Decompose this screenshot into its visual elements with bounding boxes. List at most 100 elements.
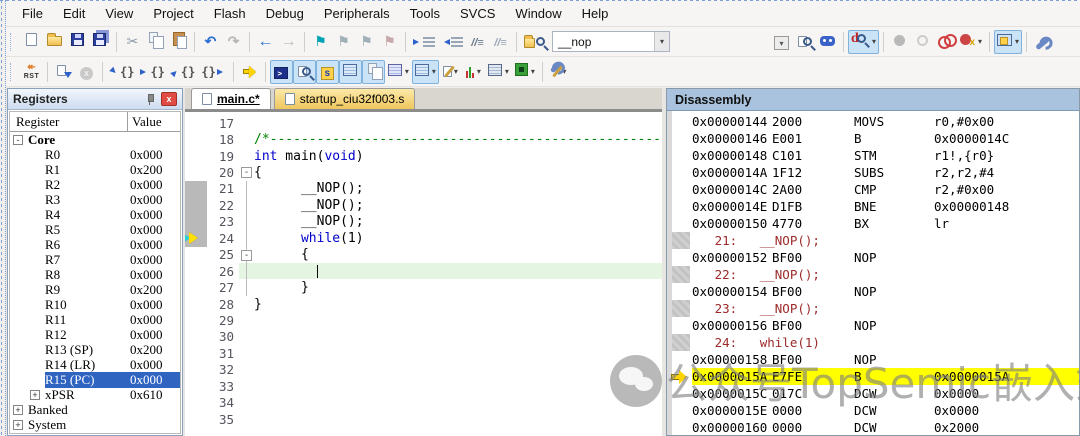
insert-breakpoint-button[interactable]	[888, 30, 911, 54]
enable-disable-breakpoint-button[interactable]	[911, 30, 934, 54]
register-row-R9[interactable]: R90x200	[10, 282, 180, 297]
watch-windows-button[interactable]: ▾	[385, 60, 412, 84]
copy-button[interactable]	[144, 30, 167, 54]
show-next-statement-button[interactable]	[238, 60, 261, 84]
breakpoint-margin[interactable]	[185, 296, 207, 312]
menu-file[interactable]: File	[12, 2, 53, 25]
combo-dropdown-icon[interactable]: ▾	[654, 32, 669, 51]
open-file-button[interactable]	[43, 30, 66, 54]
breakpoint-margin[interactable]	[185, 411, 207, 427]
run-button[interactable]	[52, 60, 75, 84]
disasm-margin[interactable]	[667, 198, 692, 215]
register-row-R3[interactable]: R30x000	[10, 192, 180, 207]
register-row-R6[interactable]: R60x000	[10, 237, 180, 252]
close-icon[interactable]: x	[161, 92, 177, 106]
find-text-combo[interactable]: __nop▾	[552, 31, 670, 52]
navigate-forward-button[interactable]: →	[277, 30, 300, 54]
symbols-window-button[interactable]: s	[316, 60, 339, 84]
expand-icon[interactable]: +	[13, 420, 23, 430]
expand-icon[interactable]: +	[30, 390, 40, 400]
menu-edit[interactable]: Edit	[53, 2, 95, 25]
register-row-R13-SP-[interactable]: R13 (SP)0x200	[10, 342, 180, 357]
disasm-margin[interactable]	[667, 402, 692, 419]
register-row-R11[interactable]: R110x000	[10, 312, 180, 327]
disable-all-breakpoints-button[interactable]	[934, 30, 957, 54]
bookmark-clear-all-button[interactable]: ⚑	[378, 30, 401, 54]
kill-all-breakpoints-button[interactable]: ▾	[957, 30, 985, 54]
register-row-xPSR[interactable]: +xPSR0x610	[10, 387, 180, 402]
step-into-button[interactable]: {}	[107, 60, 137, 84]
find-text-value[interactable]: __nop	[553, 35, 654, 49]
paste-button[interactable]	[167, 30, 190, 54]
register-row-R5[interactable]: R50x000	[10, 222, 180, 237]
trace-windows-button[interactable]: ▾	[485, 60, 512, 84]
breakpoint-margin[interactable]	[185, 214, 207, 230]
indent-button[interactable]	[410, 30, 438, 54]
breakpoint-margin[interactable]	[185, 394, 207, 410]
disasm-margin[interactable]	[667, 334, 692, 351]
fold-margin[interactable]: -	[239, 247, 254, 263]
start-stop-debug-button[interactable]: d▾	[848, 30, 879, 54]
options-checkbox-button[interactable]: ▾	[770, 30, 793, 54]
find-in-files-button[interactable]	[521, 30, 548, 54]
breakpoint-margin[interactable]	[185, 378, 207, 394]
undo-button[interactable]: ↶	[199, 30, 222, 54]
register-row-R8[interactable]: R80x000	[10, 267, 180, 282]
system-viewer-button[interactable]: ▾	[512, 60, 538, 84]
menu-window[interactable]: Window	[505, 2, 571, 25]
disassembly-listing[interactable]: 0x000001442000MOVSr0,#0x000x00000146E001…	[667, 111, 1079, 435]
debug-controller-button[interactable]	[816, 30, 839, 54]
breakpoint-margin[interactable]	[185, 115, 207, 131]
register-row-R12[interactable]: R120x000	[10, 327, 180, 342]
menu-tools[interactable]: Tools	[400, 2, 450, 25]
dropdown-caret-icon[interactable]: ▾	[405, 67, 409, 76]
breakpoint-margin[interactable]	[185, 312, 207, 328]
disasm-margin[interactable]	[667, 147, 692, 164]
disasm-margin[interactable]	[667, 266, 692, 283]
register-row-Banked[interactable]: +Banked	[10, 402, 180, 417]
register-row-R14-LR-[interactable]: R14 (LR)0x000	[10, 357, 180, 372]
register-row-R1[interactable]: R10x200	[10, 162, 180, 177]
disasm-margin[interactable]	[667, 113, 692, 130]
breakpoint-margin[interactable]	[185, 148, 207, 164]
register-row-R15-PC-[interactable]: R15 (PC)0x000	[10, 372, 180, 387]
stop-button[interactable]: x	[75, 60, 98, 84]
dropdown-caret-icon[interactable]: ▾	[505, 67, 509, 76]
bookmark-prev-button[interactable]: ⚑	[355, 30, 378, 54]
disasm-margin[interactable]	[667, 283, 692, 300]
breakpoint-margin[interactable]	[185, 345, 207, 361]
step-over-button[interactable]: {}	[137, 60, 167, 84]
dropdown-caret-icon[interactable]: ▾	[872, 37, 876, 46]
menu-svcs[interactable]: SVCS	[450, 2, 505, 25]
pin-icon[interactable]	[145, 93, 155, 105]
disasm-margin[interactable]	[667, 351, 692, 368]
dropdown-caret-icon[interactable]: ▾	[531, 67, 535, 76]
expand-icon[interactable]: +	[13, 405, 23, 415]
cut-button[interactable]: ✂	[121, 30, 144, 54]
new-file-button[interactable]	[20, 30, 43, 54]
menu-debug[interactable]: Debug	[256, 2, 314, 25]
registers-tree[interactable]: -CoreR00x000R10x200R20x000R30x000R40x000…	[10, 132, 180, 433]
menu-project[interactable]: Project	[143, 2, 203, 25]
comment-selection-button[interactable]: //≡	[466, 30, 489, 54]
navigate-back-button[interactable]: ←	[254, 30, 277, 54]
breakpoint-margin[interactable]	[185, 247, 207, 263]
disasm-margin[interactable]	[667, 317, 692, 334]
breakpoint-margin[interactable]	[185, 362, 207, 378]
dropdown-caret-icon[interactable]: ▾	[1015, 37, 1019, 46]
register-row-Internal[interactable]: +Internal	[10, 432, 180, 433]
breakpoint-margin[interactable]	[185, 230, 207, 246]
menu-peripherals[interactable]: Peripherals	[314, 2, 400, 25]
disasm-margin[interactable]	[667, 181, 692, 198]
dropdown-caret-icon[interactable]: ▾	[454, 67, 458, 76]
uncomment-selection-button[interactable]: //≡	[489, 30, 512, 54]
command-window-button[interactable]: >	[270, 60, 293, 84]
save-all-button[interactable]	[89, 30, 112, 54]
call-stack-window-button[interactable]	[362, 60, 385, 84]
register-row-System[interactable]: +System	[10, 417, 180, 432]
disasm-margin[interactable]	[667, 164, 692, 181]
tab-startup-ciu32f003-s[interactable]: startup_ciu32f003.s	[274, 88, 416, 109]
disasm-margin[interactable]	[667, 419, 692, 435]
debug-restore-views-button[interactable]: ▾	[994, 30, 1022, 54]
register-row-R7[interactable]: R70x000	[10, 252, 180, 267]
